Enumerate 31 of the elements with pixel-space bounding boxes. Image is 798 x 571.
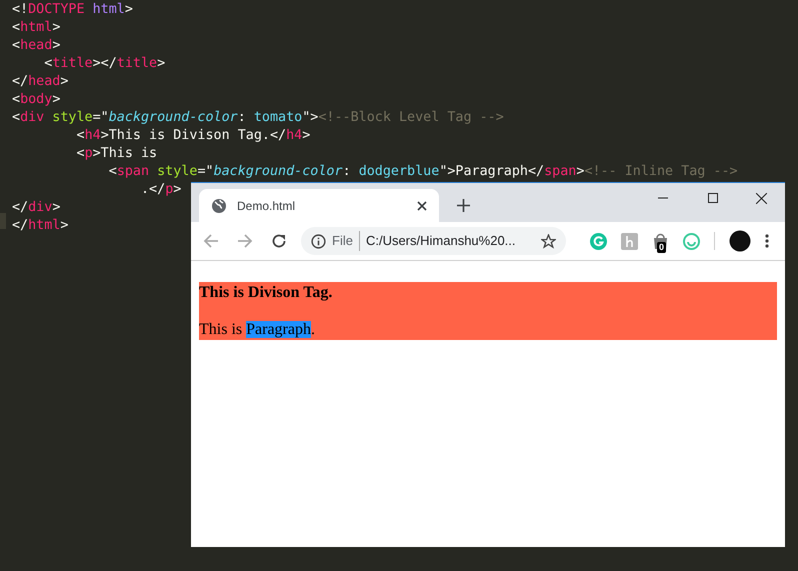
code-line: .</p> xyxy=(140,182,182,197)
code-line: </html> xyxy=(12,218,68,233)
code-line: <title></title> xyxy=(43,56,166,71)
reload-icon[interactable] xyxy=(271,233,287,249)
star-icon[interactable] xyxy=(541,234,556,248)
code-line: <h4>This is Divison Tag.</h4> xyxy=(75,128,310,143)
globe-icon xyxy=(211,198,227,214)
code-line: </head> xyxy=(12,74,68,89)
close-icon[interactable] xyxy=(417,200,427,210)
code-line: <p>This is xyxy=(75,146,158,161)
code-line: <body> xyxy=(12,92,60,107)
maximize-icon[interactable] xyxy=(708,193,718,203)
heading: This is Divison Tag. xyxy=(199,283,334,302)
code-line: <div style="background-color: tomato"><!--Block Level Tag --> xyxy=(12,110,504,125)
tab-title: Demo.html xyxy=(237,198,296,214)
url-text: C:/Users/Himanshu%20... xyxy=(366,232,517,250)
code-line: <html> xyxy=(12,20,60,35)
address-bar[interactable]: File C:/Users/Himanshu%20... xyxy=(301,227,566,255)
menu-icon[interactable] xyxy=(765,234,769,248)
url-scheme: File xyxy=(332,231,360,251)
browser-tab[interactable]: Demo.html xyxy=(199,189,439,222)
code-line: <head> xyxy=(12,38,60,53)
paragraph: This is Paragraph. xyxy=(199,320,316,339)
info-icon xyxy=(311,234,326,248)
avatar-icon[interactable] xyxy=(729,230,751,252)
notification-badge: 0 xyxy=(657,242,666,252)
code-line: </div> xyxy=(12,200,60,215)
code-line: <!DOCTYPE html> xyxy=(12,2,133,17)
new-tab-icon[interactable] xyxy=(457,199,470,212)
code-line: <span style="background-color: dodgerblue">Paragraph</span><!-- Inline Tag --> xyxy=(108,164,738,179)
close-window-icon[interactable] xyxy=(756,193,767,204)
